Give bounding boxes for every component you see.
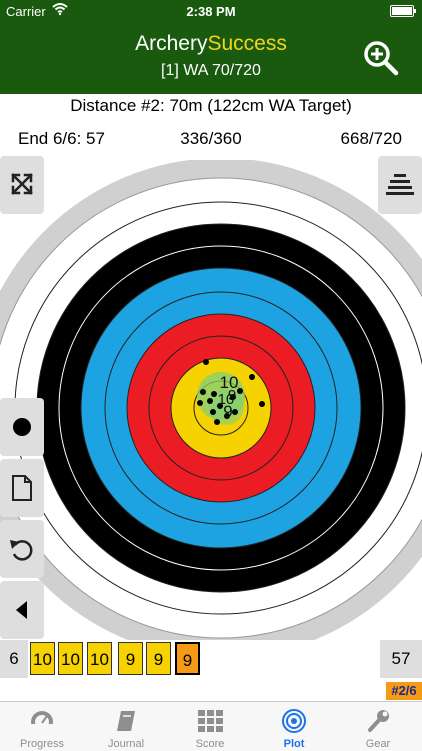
- wrench-icon: [368, 710, 389, 732]
- stack-icon: [386, 174, 414, 195]
- zoom-in-icon[interactable]: [362, 39, 400, 77]
- document-icon: [12, 475, 32, 501]
- arrow-score[interactable]: 10: [30, 642, 55, 675]
- target-icon: [282, 709, 306, 733]
- arrow-hit[interactable]: [197, 400, 203, 406]
- expand-icon: [11, 173, 33, 195]
- note-button[interactable]: [0, 459, 44, 517]
- arrow-hit[interactable]: [210, 409, 216, 415]
- app-title: ArcherySuccess: [135, 32, 287, 55]
- arrow-score[interactable]: 10: [87, 642, 112, 675]
- gauge-icon: [29, 711, 55, 734]
- tab-plot[interactable]: Plot: [252, 702, 336, 751]
- undo-icon: [10, 540, 33, 561]
- end-score-row: 6 10 10 10 9 9 9 57: [0, 640, 422, 678]
- group-label: 9: [223, 402, 232, 421]
- status-bar: Carrier 2:38 PM: [0, 0, 422, 22]
- arrow-hit[interactable]: [232, 409, 238, 415]
- tab-gear[interactable]: Gear: [336, 702, 420, 751]
- tab-score[interactable]: Score: [168, 702, 252, 751]
- total-score: 668/720: [340, 129, 402, 148]
- target-face[interactable]: 10 9 10 9: [0, 160, 422, 640]
- tab-progress[interactable]: Progress: [0, 702, 84, 751]
- app-header: ArcherySuccess [1] WA 70/720: [0, 22, 422, 94]
- undo-button[interactable]: [0, 520, 44, 578]
- arrow-hit[interactable]: [200, 389, 206, 395]
- grid-icon: [198, 710, 223, 732]
- arrow-hit[interactable]: [259, 401, 265, 407]
- end-number: 6: [0, 640, 28, 678]
- book-icon: [117, 711, 135, 731]
- arrow-hit[interactable]: [249, 374, 255, 380]
- round-subtitle: [1] WA 70/720: [161, 62, 261, 79]
- arrow-hit[interactable]: [211, 391, 217, 397]
- arrow-score[interactable]: 9: [118, 642, 143, 675]
- triangle-left-icon: [16, 601, 27, 619]
- distance-label: Distance #2: 70m (122cm WA Target): [70, 96, 352, 115]
- battery-icon: [390, 5, 416, 17]
- arrow-hit[interactable]: [203, 359, 209, 365]
- plot-arrow-button[interactable]: [0, 398, 44, 456]
- previous-button[interactable]: [0, 581, 44, 639]
- arrow-hit[interactable]: [214, 419, 220, 425]
- arrow-score-selected[interactable]: 9: [175, 642, 200, 675]
- tab-journal[interactable]: Journal: [84, 702, 168, 751]
- dot-icon: [13, 418, 31, 436]
- arrow-score[interactable]: 10: [58, 642, 83, 675]
- scores-menu-button[interactable]: [378, 156, 422, 214]
- distance-end-badge: #2/6: [386, 682, 422, 700]
- end-total: 57: [380, 640, 422, 678]
- expand-button[interactable]: [0, 156, 44, 214]
- arrow-score[interactable]: 9: [146, 642, 171, 675]
- tab-bar: Progress Journal Score Plot Gear: [0, 701, 422, 751]
- clock: 2:38 PM: [186, 4, 236, 19]
- arrow-hit[interactable]: [207, 398, 213, 404]
